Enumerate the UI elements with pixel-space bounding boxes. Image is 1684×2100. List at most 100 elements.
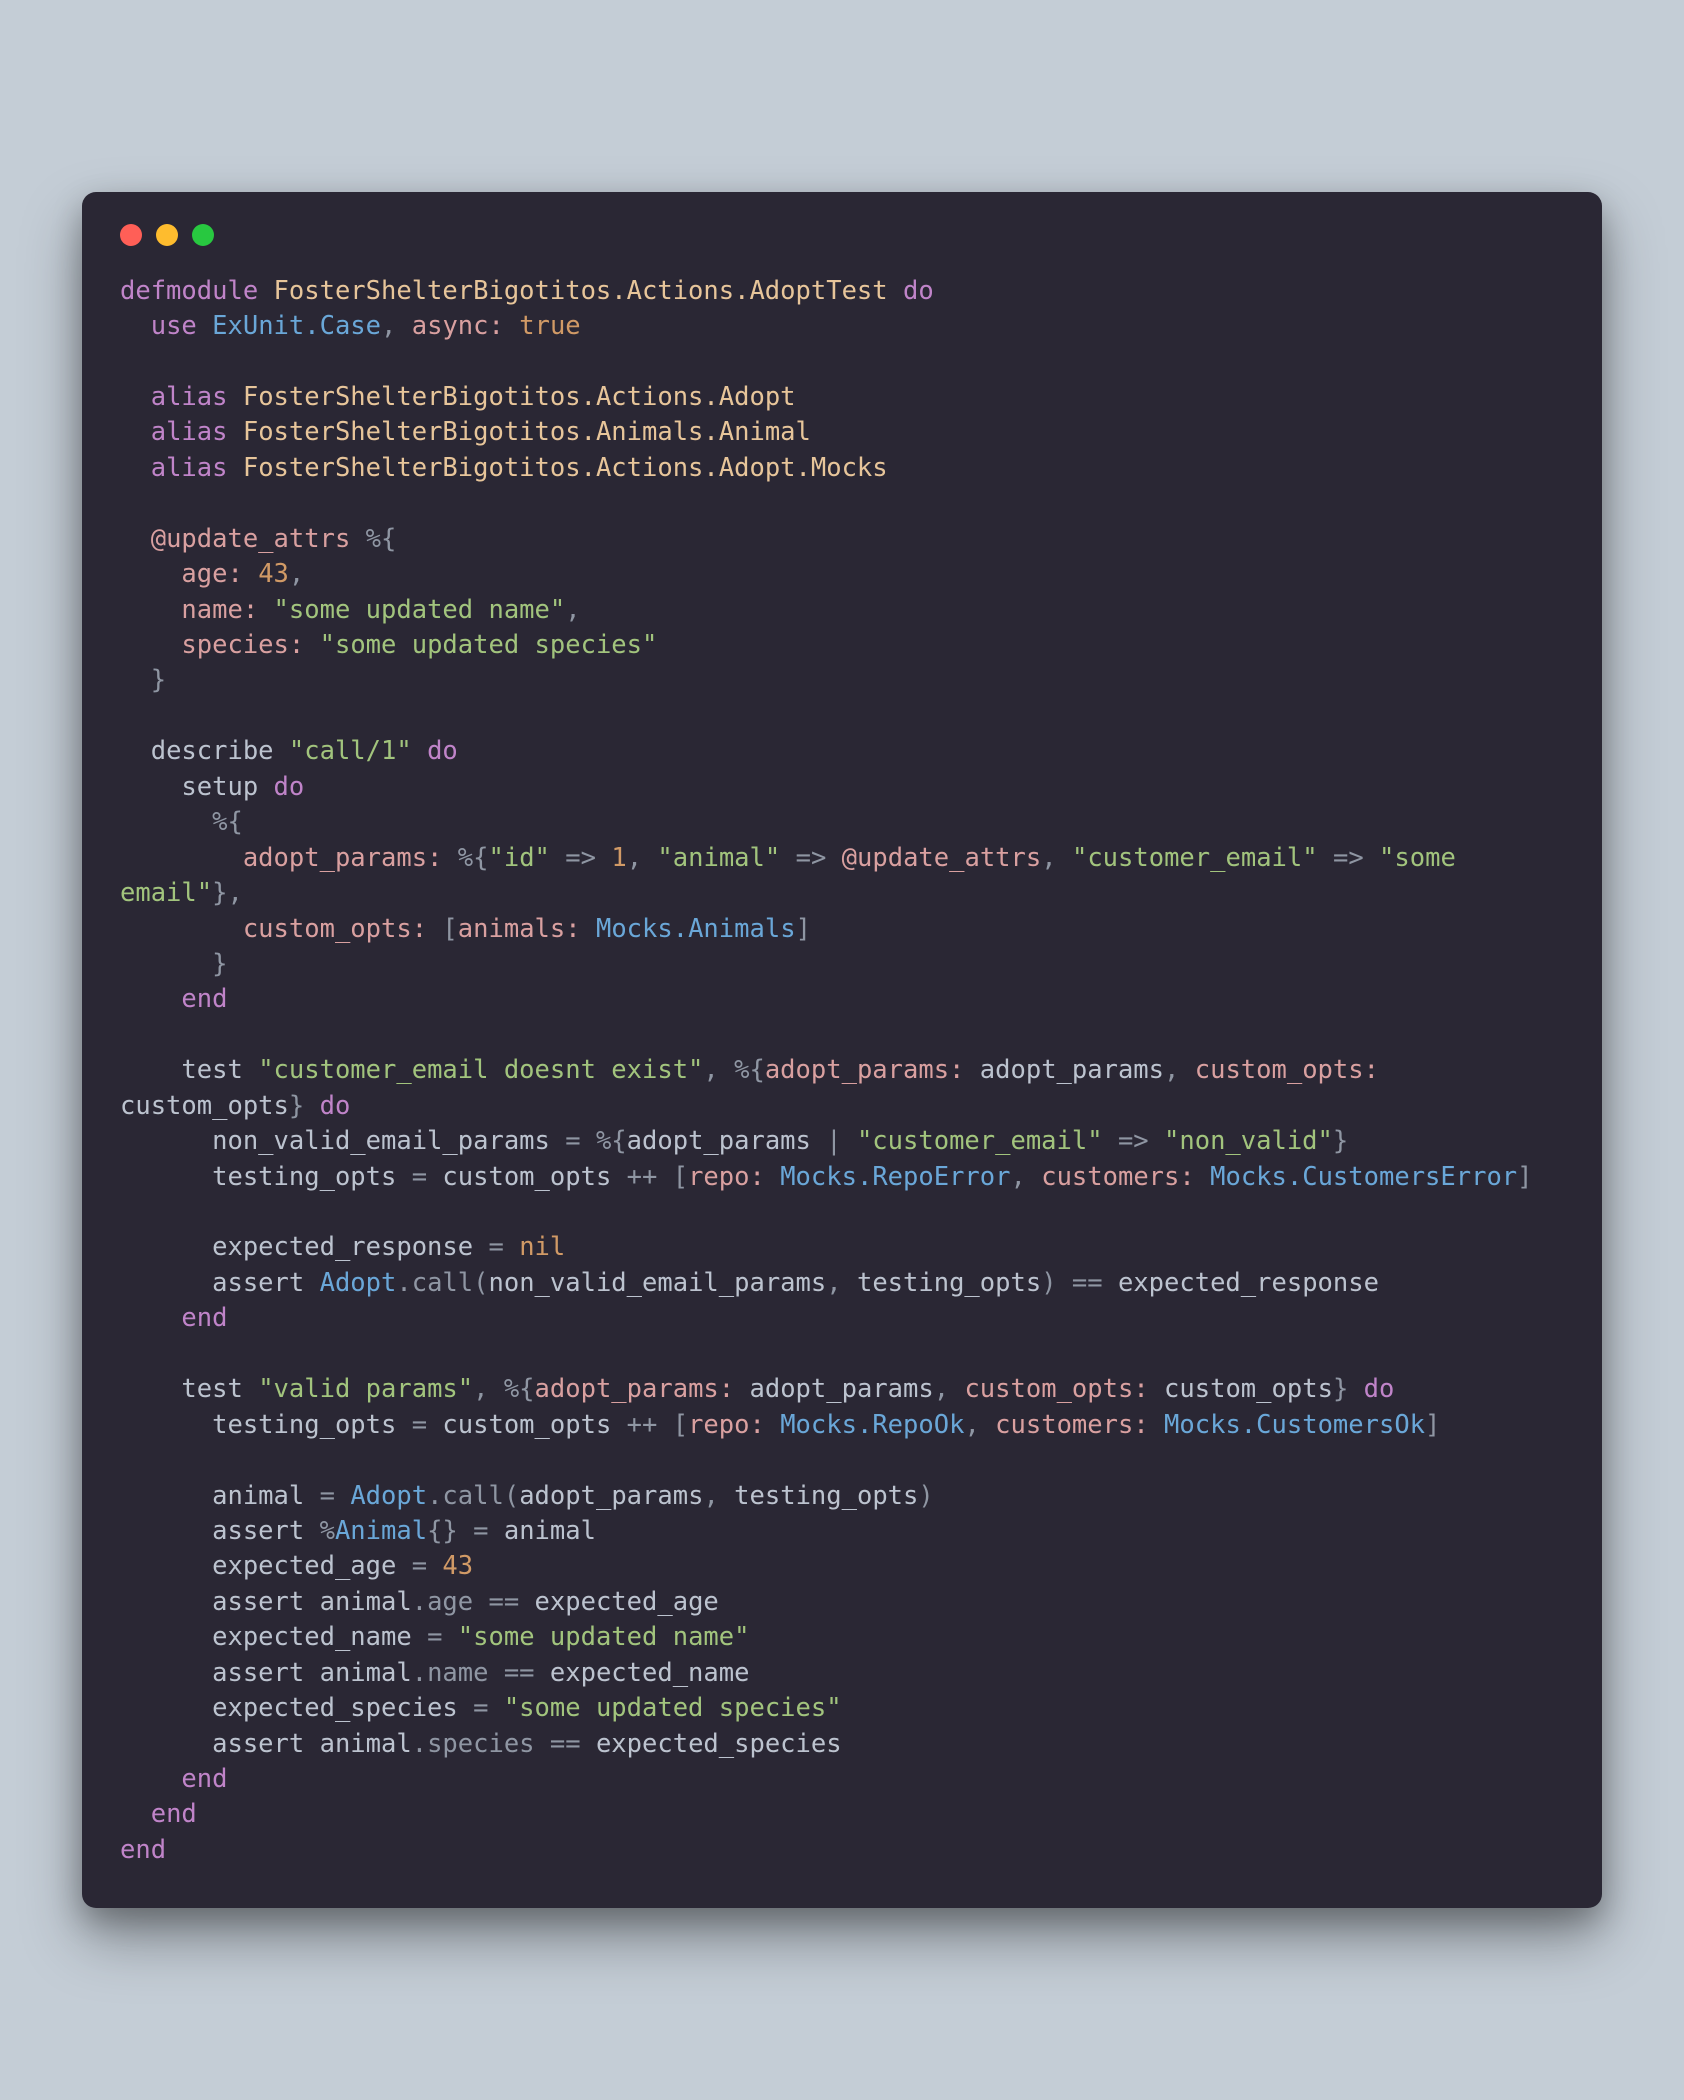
code-token: "some updated name" [274, 595, 566, 625]
close-icon[interactable] [120, 224, 142, 246]
code-token [120, 1481, 212, 1511]
code-token: = [396, 1162, 442, 1192]
code-token: adopt_params: [765, 1055, 965, 1085]
code-token: end [151, 1799, 197, 1829]
code-token: expected_age [535, 1587, 719, 1617]
code-token: non_valid_email_params [212, 1126, 550, 1156]
code-token: % [320, 1516, 335, 1546]
code-block: defmodule FosterShelterBigotitos.Actions… [120, 274, 1564, 1869]
code-token [1379, 1055, 1394, 1085]
code-token: | [811, 1126, 857, 1156]
code-token: end [181, 984, 227, 1014]
code-token: Mocks.RepoOk [780, 1410, 964, 1440]
code-token [227, 453, 242, 483]
code-token: expected_response [212, 1232, 473, 1262]
code-token [964, 1055, 979, 1085]
code-token: ExUnit.Case [212, 311, 381, 341]
code-token: "id" [488, 843, 549, 873]
code-token [120, 1764, 181, 1794]
code-token: }, [212, 878, 243, 908]
code-token: , %{ [473, 1374, 534, 1404]
code-token [120, 736, 151, 766]
code-token: , [289, 559, 304, 589]
code-token [120, 984, 181, 1014]
code-token: {} = [427, 1516, 504, 1546]
code-token [1149, 1374, 1164, 1404]
code-token: "customer_email doesnt exist" [258, 1055, 703, 1085]
code-token: Adopt [320, 1268, 397, 1298]
code-token: 1 [611, 843, 626, 873]
code-token: => [780, 843, 841, 873]
code-token [504, 311, 519, 341]
code-token: = [412, 1622, 458, 1652]
code-token: end [181, 1303, 227, 1333]
code-token [581, 914, 596, 944]
minimize-icon[interactable] [156, 224, 178, 246]
code-token [227, 417, 242, 447]
code-token: expected_species [212, 1693, 458, 1723]
code-token: custom_opts: [964, 1374, 1148, 1404]
code-token: , [934, 1374, 965, 1404]
code-token: do [903, 276, 934, 306]
code-token: setup [181, 772, 273, 802]
code-token: } [1333, 1374, 1364, 1404]
code-token: animal [212, 1481, 304, 1511]
code-token: animal [320, 1587, 412, 1617]
code-token: .call( [427, 1481, 519, 1511]
code-token: Mocks.CustomersError [1210, 1162, 1517, 1192]
titlebar [120, 224, 1564, 246]
code-token: , [381, 311, 412, 341]
code-token: name: [181, 595, 258, 625]
code-token [1149, 1410, 1164, 1440]
code-token: animal [504, 1516, 596, 1546]
code-token [120, 1055, 181, 1085]
code-token [120, 1162, 212, 1192]
code-token: nil [519, 1232, 565, 1262]
code-token: custom_opts [120, 1091, 289, 1121]
code-token: 43 [442, 1551, 473, 1581]
code-token [120, 1658, 212, 1688]
code-token: = [396, 1551, 442, 1581]
code-token: ) == [1041, 1268, 1118, 1298]
code-token: test [181, 1374, 258, 1404]
code-token [765, 1162, 780, 1192]
code-token: } [1333, 1126, 1348, 1156]
code-token: Mocks.Animals [596, 914, 796, 944]
code-token [412, 736, 427, 766]
code-token: non_valid_email_params [488, 1268, 826, 1298]
code-token: "some updated species" [320, 630, 658, 660]
code-token [120, 843, 243, 873]
code-token [120, 417, 151, 447]
code-token: end [181, 1764, 227, 1794]
code-token: "animal" [657, 843, 780, 873]
code-token: expected_name [212, 1622, 412, 1652]
code-token [120, 1268, 212, 1298]
code-token: animals: [458, 914, 581, 944]
zoom-icon[interactable] [192, 224, 214, 246]
code-token: => [1103, 1126, 1164, 1156]
code-token [120, 1126, 212, 1156]
code-token [227, 382, 242, 412]
code-token [120, 772, 181, 802]
code-token [888, 276, 903, 306]
code-window: defmodule FosterShelterBigotitos.Actions… [82, 192, 1602, 1909]
code-token: FosterShelterBigotitos.Actions.Adopt.Moc… [243, 453, 888, 483]
code-token: adopt_params [750, 1374, 934, 1404]
code-token: = [396, 1410, 442, 1440]
code-token [120, 1551, 212, 1581]
code-token: Mocks.RepoError [780, 1162, 1010, 1192]
code-token: adopt_params [519, 1481, 703, 1511]
code-token: Adopt [350, 1481, 427, 1511]
code-token: "customer_email" [1072, 843, 1318, 873]
code-token: %{ [442, 843, 488, 873]
code-token: do [320, 1091, 351, 1121]
code-token [120, 382, 151, 412]
code-token: describe [151, 736, 289, 766]
code-token [1195, 1162, 1210, 1192]
code-token [120, 1587, 212, 1617]
code-token: use [151, 311, 197, 341]
code-token [765, 1410, 780, 1440]
code-token: => [550, 843, 611, 873]
code-token [120, 1410, 212, 1440]
code-token: do [1364, 1374, 1395, 1404]
